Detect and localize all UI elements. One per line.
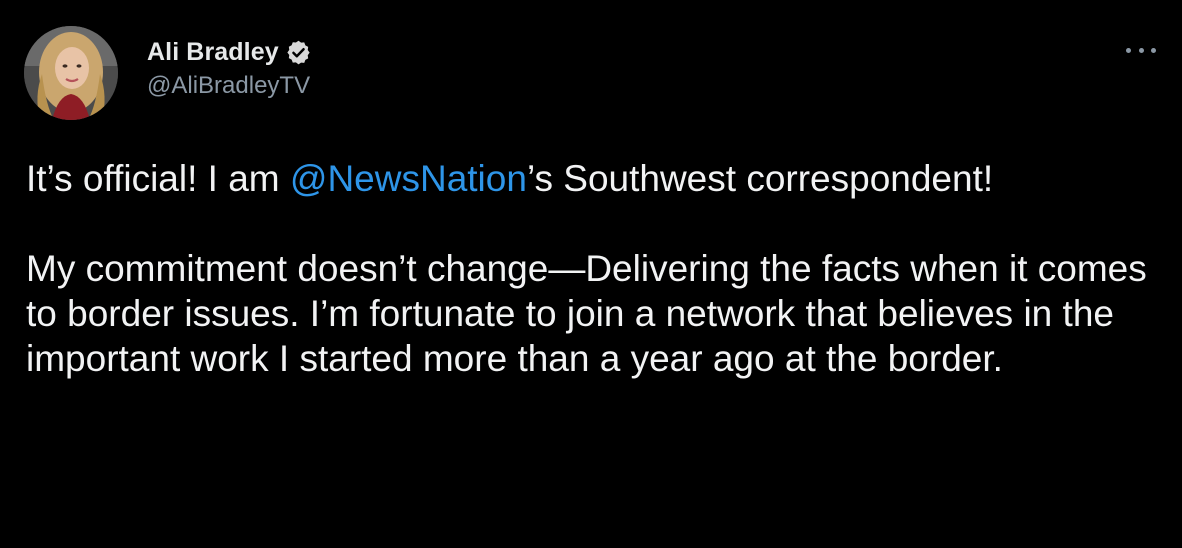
avatar[interactable] xyxy=(24,26,118,120)
tweet-paragraph-2: My commitment doesn’t change—Delivering … xyxy=(26,248,1147,379)
dot xyxy=(1138,47,1144,53)
display-name-row: Ali Bradley xyxy=(147,36,312,68)
tweet-card: Ali Bradley @AliBradleyTV It’s official!… xyxy=(0,0,1182,548)
tweet-text: It’s official! I am @NewsNation’s Southw… xyxy=(26,156,1166,381)
author-names: Ali Bradley @AliBradleyTV xyxy=(147,36,312,100)
dot xyxy=(1126,47,1131,53)
author-handle[interactable]: @AliBradleyTV xyxy=(147,72,312,100)
tweet-header: Ali Bradley @AliBradleyTV xyxy=(24,26,1158,126)
tweet-paragraph-1: It’s official! I am @NewsNation’s Southw… xyxy=(26,156,1166,201)
verified-badge-icon xyxy=(285,39,312,66)
text-segment: ’s Southwest correspondent! xyxy=(526,158,994,199)
profile-photo-icon xyxy=(24,26,118,120)
more-dots-icon[interactable] xyxy=(1126,40,1156,60)
dot xyxy=(1151,47,1156,53)
mention-link[interactable]: @NewsNation xyxy=(290,158,527,199)
text-segment: It’s official! I am xyxy=(26,158,290,199)
display-name[interactable]: Ali Bradley xyxy=(147,38,279,67)
